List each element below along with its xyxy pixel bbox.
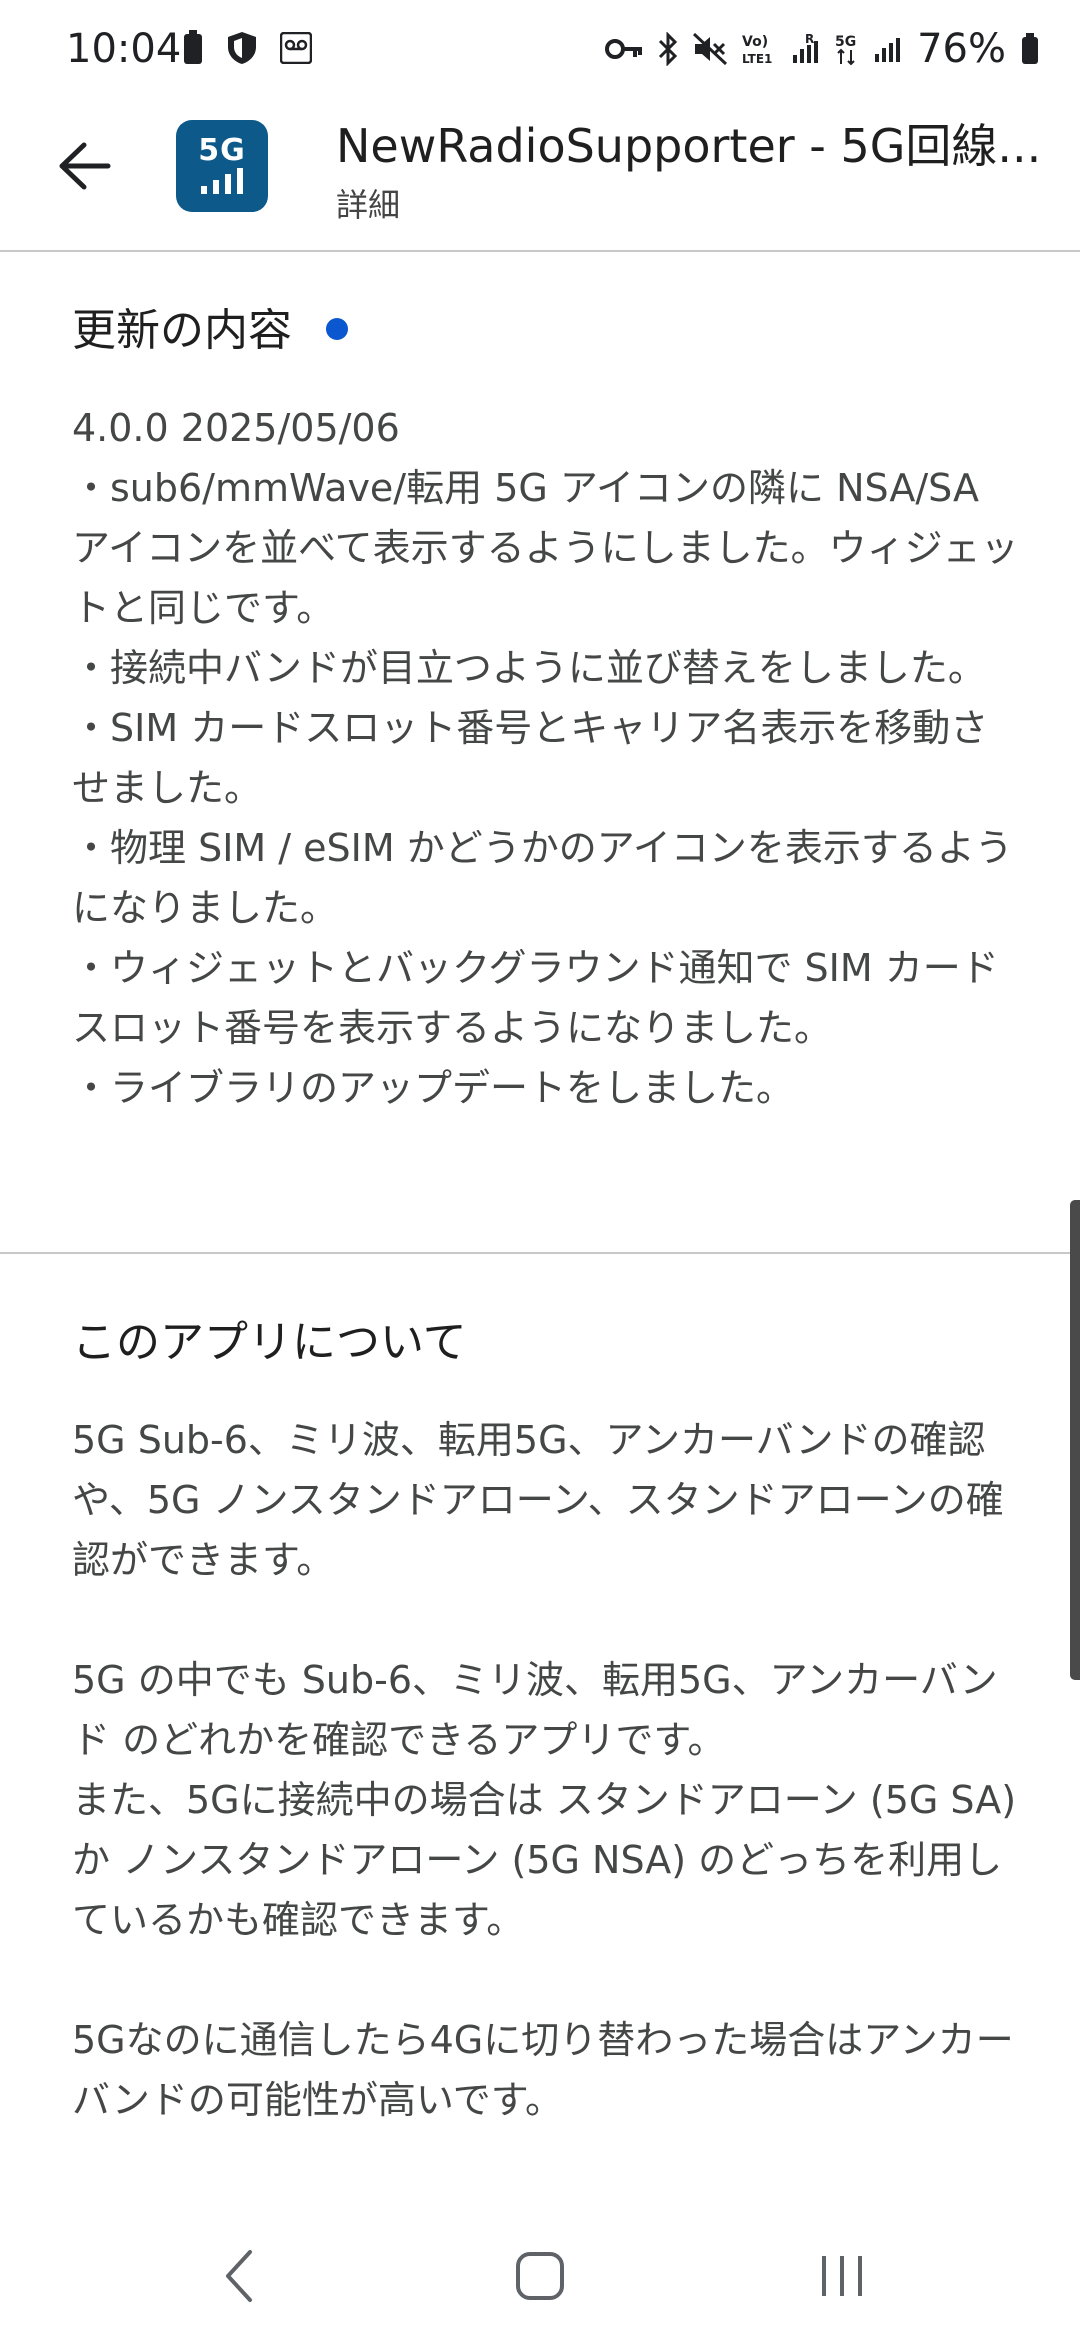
- whats-new-body: 4.0.0 2025/05/06 ・sub6/mmWave/転用 5G アイコン…: [72, 406, 1019, 1110]
- app-header: 5G NewRadioSupporter - 5G回線... 詳細: [0, 100, 1080, 252]
- nav-back-button[interactable]: [198, 2236, 278, 2316]
- nav-recents-button[interactable]: [802, 2236, 882, 2316]
- signal-bars-icon: [201, 168, 243, 194]
- system-nav-bar: [0, 2200, 1080, 2340]
- nav-home-button[interactable]: [500, 2236, 580, 2316]
- status-right-icons: Vo) LTE1 R 5G 76%: [605, 26, 1040, 72]
- home-square-icon: [516, 2252, 564, 2300]
- chevron-left-icon: [226, 2250, 252, 2302]
- status-time: 10:04: [66, 26, 182, 72]
- app-icon: 5G: [176, 120, 268, 212]
- battery-icon: [1022, 33, 1038, 64]
- voicemail-icon: [280, 32, 312, 64]
- about-paragraph-2: 5G の中でも Sub-6、ミリ波、転用5G、アンカーバンド のどれかを確認でき…: [72, 1658, 1017, 1942]
- recents-icon: [822, 2256, 862, 2296]
- back-button[interactable]: [48, 130, 120, 202]
- shield-icon: [228, 32, 256, 64]
- 5g-data-icon: 5G: [835, 34, 856, 66]
- signal-icon: R: [793, 33, 819, 63]
- svg-text:5G: 5G: [835, 34, 856, 50]
- status-left-icons: [182, 30, 312, 66]
- battery-percent: 76%: [917, 26, 1006, 72]
- svg-text:Vo): Vo): [742, 34, 768, 50]
- scrollbar-thumb[interactable]: [1070, 1200, 1080, 1680]
- arrow-back-icon: [59, 142, 111, 190]
- app-title: NewRadioSupporter - 5G回線...: [336, 119, 1042, 173]
- whats-new-heading: 更新の内容: [72, 294, 348, 358]
- app-subtitle: 詳細: [336, 186, 401, 224]
- key-icon: [605, 39, 643, 59]
- about-title: このアプリについて: [72, 1317, 467, 1368]
- mute-icon: [693, 33, 728, 65]
- about-paragraph-1: 5G Sub-6、ミリ波、転用5G、アンカーバンドの確認や、5G ノンスタンドア…: [72, 1418, 1004, 1582]
- new-indicator-dot: [326, 318, 348, 340]
- bluetooth-icon: [659, 32, 678, 66]
- section-divider: [0, 1252, 1080, 1254]
- svg-text:R: R: [805, 33, 814, 46]
- about-paragraph-3: 5Gなのに通信したら4Gに切り替わった場合はアンカーバンドの可能性が高いです。: [72, 2018, 1014, 2122]
- battery-icon: [184, 30, 202, 64]
- whats-new-title: 更新の内容: [72, 305, 292, 356]
- app-icon-label: 5G: [198, 133, 246, 168]
- status-bar: 10:04 Vo) LTE1 R 5G 76%: [0, 0, 1080, 100]
- volte-icon: Vo) LTE1: [742, 34, 772, 66]
- signal-icon: [875, 38, 901, 62]
- svg-text:LTE1: LTE1: [742, 52, 772, 66]
